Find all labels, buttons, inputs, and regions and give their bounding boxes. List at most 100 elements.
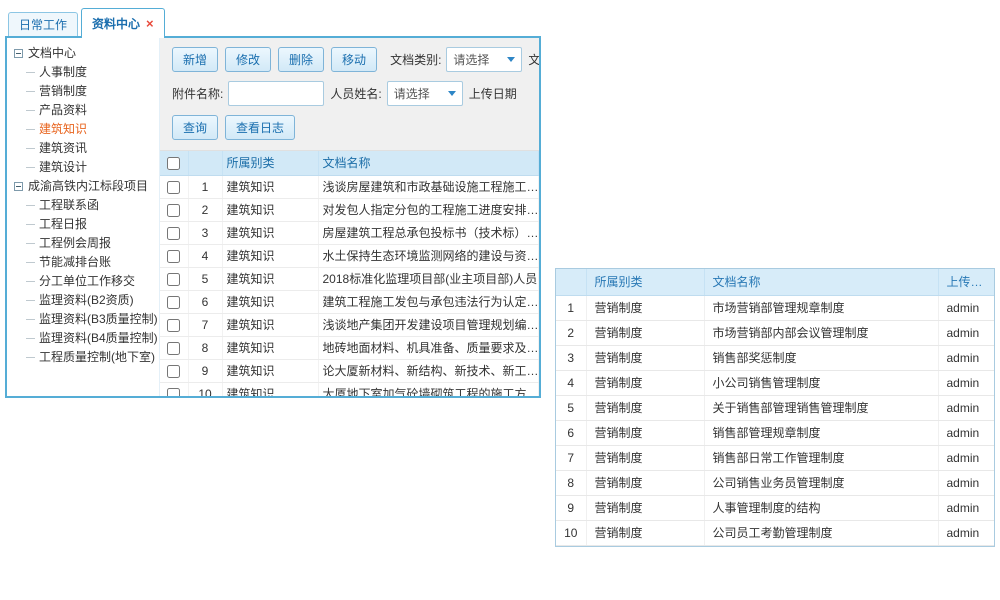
row-category: 营销制度	[586, 420, 704, 445]
tab-data-center[interactable]: 资料中心×	[81, 8, 165, 38]
delete-button[interactable]: 删除	[278, 47, 324, 72]
row-checkbox[interactable]	[167, 227, 180, 240]
doc-table-row[interactable]: 4建筑知识水土保持生态环境监测网络的建设与资…	[160, 244, 539, 267]
tab-close-icon[interactable]: ×	[146, 17, 154, 30]
doc-table-row[interactable]: 10建筑知识大厦地下室加气砼墙砌筑工程的施工方…	[160, 382, 539, 396]
checkbox-cell	[160, 336, 188, 359]
row-checkbox[interactable]	[167, 204, 180, 217]
doc-table-row[interactable]: 8建筑知识地砖地面材料、机具准备、质量要求及…	[160, 336, 539, 359]
tab-daily-work[interactable]: 日常工作	[8, 12, 78, 36]
collapse-icon[interactable]	[14, 49, 23, 58]
row-number: 8	[556, 470, 586, 495]
row-category: 建筑知识	[222, 313, 318, 336]
chevron-down-icon	[448, 91, 456, 96]
row-checkbox[interactable]	[167, 296, 180, 309]
tree-item[interactable]: 节能减排台账	[14, 253, 157, 272]
person-label: 人员姓名:	[330, 85, 381, 102]
select-all-checkbox[interactable]	[167, 157, 180, 170]
tree-item[interactable]: 建筑资讯	[14, 139, 157, 158]
row-number: 9	[556, 495, 586, 520]
result-table-row[interactable]: 6营销制度销售部管理规章制度admin	[556, 420, 994, 445]
row-doc-name: 公司员工考勤管理制度	[704, 520, 938, 545]
row-checkbox[interactable]	[167, 250, 180, 263]
uploader-column-header: 上传…	[938, 269, 994, 295]
tree-item[interactable]: 成渝高铁内江标段项目	[14, 177, 157, 196]
view-log-button[interactable]: 查看日志	[225, 115, 295, 140]
result-table-row[interactable]: 2营销制度市场营销部内部会议管理制度admin	[556, 320, 994, 345]
tree-item[interactable]: 文档中心	[14, 44, 157, 63]
row-checkbox[interactable]	[167, 273, 180, 286]
checkbox-cell	[160, 267, 188, 290]
modify-button[interactable]: 修改	[225, 47, 271, 72]
category-select[interactable]: 请选择	[446, 47, 522, 72]
result-table-row[interactable]: 3营销制度销售部奖惩制度admin	[556, 345, 994, 370]
row-doc-name: 销售部日常工作管理制度	[704, 445, 938, 470]
tree-item[interactable]: 建筑设计	[14, 158, 157, 177]
doc-table-row[interactable]: 7建筑知识浅谈地产集团开发建设项目管理规划编…	[160, 313, 539, 336]
doc-table-header-row: 所属别类 文档名称	[160, 151, 539, 175]
tree-item-label: 营销制度	[39, 84, 87, 98]
doc-table-row[interactable]: 2建筑知识对发包人指定分包的工程施工进度安排…	[160, 198, 539, 221]
doc-table-row[interactable]: 9建筑知识论大厦新材料、新结构、新技术、新工…	[160, 359, 539, 382]
num-column-header	[556, 269, 586, 295]
doc-table: 所属别类 文档名称 1建筑知识浅谈房屋建筑和市政基础设施工程施工…2建筑知识对发…	[160, 151, 539, 396]
tree-item-label: 工程日报	[39, 217, 87, 231]
tab-bar: 日常工作资料中心×	[5, 8, 541, 36]
tree-item[interactable]: 监理资料(B3质量控制)	[14, 310, 157, 329]
row-checkbox[interactable]	[167, 319, 180, 332]
row-number: 4	[556, 370, 586, 395]
person-select[interactable]: 请选择	[387, 81, 463, 106]
tree-item[interactable]: 产品资料	[14, 101, 157, 120]
row-doc-name: 销售部奖惩制度	[704, 345, 938, 370]
result-table-row[interactable]: 1营销制度市场营销部管理规章制度admin	[556, 295, 994, 320]
tree-item-label: 建筑设计	[39, 160, 87, 174]
name-column-header: 文档名称	[704, 269, 938, 295]
result-table-row[interactable]: 10营销制度公司员工考勤管理制度admin	[556, 520, 994, 545]
row-uploader: admin	[938, 345, 994, 370]
result-table-row[interactable]: 5营销制度关于销售部管理销售管理制度admin	[556, 395, 994, 420]
row-doc-name: 市场营销部管理规章制度	[704, 295, 938, 320]
tree-item[interactable]: 工程日报	[14, 215, 157, 234]
attachment-input[interactable]	[228, 81, 324, 106]
doc-table-row[interactable]: 1建筑知识浅谈房屋建筑和市政基础设施工程施工…	[160, 175, 539, 198]
tree-item[interactable]: 人事制度	[14, 63, 157, 82]
row-uploader: admin	[938, 395, 994, 420]
row-category: 建筑知识	[222, 267, 318, 290]
tree-item[interactable]: 工程例会周报	[14, 234, 157, 253]
result-table-row[interactable]: 8营销制度公司销售业务员管理制度admin	[556, 470, 994, 495]
toolbar-row-filters: 附件名称: 人员姓名: 请选择 上传日期	[172, 81, 539, 106]
move-button[interactable]: 移动	[331, 47, 377, 72]
result-table-row[interactable]: 4营销制度小公司销售管理制度admin	[556, 370, 994, 395]
row-number: 6	[188, 290, 222, 313]
row-number: 1	[556, 295, 586, 320]
tree-item[interactable]: 分工单位工作移交	[14, 272, 157, 291]
doc-table-row[interactable]: 5建筑知识2018标准化监理项目部(业主项目部)人员…	[160, 267, 539, 290]
tree-item[interactable]: 工程联系函	[14, 196, 157, 215]
tree-item-label: 分工单位工作移交	[39, 274, 135, 288]
result-table: 所属别类 文档名称 上传… 1营销制度市场营销部管理规章制度admin2营销制度…	[555, 268, 995, 547]
tree-item-label: 工程例会周报	[39, 236, 111, 250]
tree-item[interactable]: 监理资料(B2资质)	[14, 291, 157, 310]
row-checkbox[interactable]	[167, 342, 180, 355]
result-table-row[interactable]: 7营销制度销售部日常工作管理制度admin	[556, 445, 994, 470]
tree-item[interactable]: 监理资料(B4质量控制)	[14, 329, 157, 348]
tree-item[interactable]: 建筑知识	[14, 120, 157, 139]
toolbar: 新增 修改 删除 移动 文档类别: 请选择 文档 附件名称: 人员姓名:	[160, 38, 539, 151]
result-table-row[interactable]: 9营销制度人事管理制度的结构admin	[556, 495, 994, 520]
row-doc-name: 市场营销部内部会议管理制度	[704, 320, 938, 345]
row-doc-name: 地砖地面材料、机具准备、质量要求及…	[318, 336, 539, 359]
row-checkbox[interactable]	[167, 388, 180, 396]
doc-table-row[interactable]: 6建筑知识建筑工程施工发包与承包违法行为认定…	[160, 290, 539, 313]
row-uploader: admin	[938, 445, 994, 470]
tree-item[interactable]: 工程质量控制(地下室)	[14, 348, 157, 367]
tree-item[interactable]: 营销制度	[14, 82, 157, 101]
collapse-icon[interactable]	[14, 182, 23, 191]
row-doc-name: 2018标准化监理项目部(业主项目部)人员…	[318, 267, 539, 290]
tree-item-label: 人事制度	[39, 65, 87, 79]
row-checkbox[interactable]	[167, 365, 180, 378]
add-button[interactable]: 新增	[172, 47, 218, 72]
query-button[interactable]: 查询	[172, 115, 218, 140]
doc-table-row[interactable]: 3建筑知识房屋建筑工程总承包投标书（技术标）…	[160, 221, 539, 244]
row-doc-name: 建筑工程施工发包与承包违法行为认定…	[318, 290, 539, 313]
row-checkbox[interactable]	[167, 181, 180, 194]
